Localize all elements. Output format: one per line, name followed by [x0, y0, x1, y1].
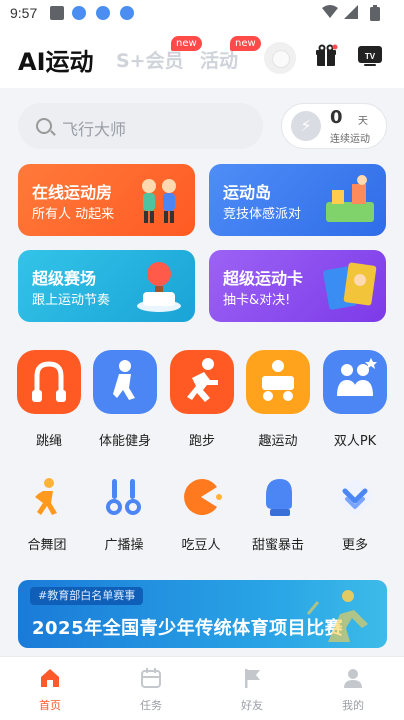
wifi-icon: [322, 5, 338, 18]
gift-icon[interactable]: [314, 44, 338, 68]
sport-label: 趣运动: [258, 434, 298, 449]
battery-icon: [370, 5, 380, 21]
card-subtitle: 竞技体感派对: [223, 207, 302, 222]
balloon-illustration: [137, 262, 181, 312]
event-banner[interactable]: #教育部白名单赛事 2025年全国青少年传统体育项目比赛: [18, 580, 387, 648]
card-subtitle: 跟上运动节奏: [32, 293, 111, 308]
running-icon: [187, 358, 218, 402]
card-title: 超级赛场: [32, 269, 97, 288]
main-content: 飞行大师 ⚡ 0 天 连续运动 在线运动房 所有人 动起来 运动岛 竞技体感派对…: [0, 88, 404, 656]
sport-label: 跑步: [188, 434, 215, 449]
card-title: 超级运动卡: [223, 269, 304, 288]
download-icon: [120, 6, 134, 20]
record-button[interactable]: [264, 42, 296, 74]
banner-tag: #教育部白名单赛事: [30, 587, 144, 605]
dance-button[interactable]: [25, 475, 69, 519]
dance-icon: [35, 478, 57, 515]
search-icon: [36, 118, 52, 134]
players-illustration: [142, 179, 176, 223]
sport-label: 体能健身: [98, 434, 151, 449]
home-icon: [41, 669, 59, 687]
card-title: 运动岛: [223, 183, 272, 202]
nav-label: 任务: [140, 699, 162, 712]
sport-label: 吃豆人: [181, 538, 221, 553]
pacman-icon: [184, 479, 222, 515]
pk-button[interactable]: [323, 350, 387, 414]
athlete-silhouette-icon: [306, 590, 368, 642]
new-badge: new: [230, 36, 261, 51]
broadcast-exercise-icon: [106, 479, 141, 515]
tab-ai-sport[interactable]: AI运动: [18, 42, 94, 77]
lightning-icon: ⚡: [291, 111, 321, 141]
jump-rope-icon: [32, 361, 66, 402]
notification-icon: [50, 6, 64, 20]
broadcast-exercise-button[interactable]: [102, 475, 146, 519]
card-title: 在线运动房: [32, 183, 113, 202]
card-subtitle: 所有人 动起来: [32, 207, 115, 222]
tv-icon[interactable]: TV: [357, 44, 383, 68]
sport-label: 双人PK: [333, 434, 377, 449]
nav-label: 好友: [241, 699, 263, 712]
flag-icon: [245, 669, 260, 688]
sweet-strike-button[interactable]: [256, 475, 300, 519]
card-super-arena[interactable]: 超级赛场 跟上运动节奏: [18, 250, 195, 322]
card-super-sport-card[interactable]: 超级运动卡 抽卡&对决!: [209, 250, 386, 322]
island-illustration: [326, 175, 374, 222]
pk-icon: [337, 358, 377, 396]
fun-sport-icon: [262, 360, 294, 401]
boxing-glove-icon: [266, 479, 292, 516]
nav-label: 首页: [39, 699, 61, 712]
card-sport-island[interactable]: 运动岛 竞技体感派对: [209, 164, 386, 236]
nav-home[interactable]: 首页: [10, 657, 90, 720]
bottom-nav: 首页 任务 好友 我的: [0, 656, 404, 720]
card-online-room[interactable]: 在线运动房 所有人 动起来: [18, 164, 195, 236]
profile-icon: [344, 669, 362, 688]
search-placeholder: 飞行大师: [62, 120, 127, 139]
download-icon: [96, 6, 110, 20]
more-button[interactable]: [333, 475, 377, 519]
calendar-icon: [141, 668, 161, 688]
nav-friends[interactable]: 好友: [212, 657, 292, 720]
streak-count: 0: [330, 107, 343, 128]
status-bar: 9:57: [0, 0, 404, 30]
cards-illustration: [323, 262, 377, 310]
sport-label: 合舞团: [27, 538, 67, 553]
new-badge: new: [171, 36, 202, 51]
pacman-button[interactable]: [179, 475, 223, 519]
sport-label: 跳绳: [35, 434, 62, 449]
more-icon: [337, 479, 373, 515]
nav-profile[interactable]: 我的: [313, 657, 393, 720]
fitness-icon: [113, 360, 135, 400]
status-time: 9:57: [10, 5, 38, 21]
streak-label: 连续运动: [330, 134, 370, 145]
streak-widget[interactable]: ⚡ 0 天 连续运动: [281, 103, 387, 149]
nav-label: 我的: [342, 699, 364, 712]
header: AI运动 S+会员 new 活动 new TV: [0, 30, 404, 88]
download-icon: [72, 6, 86, 20]
sport-label: 广播操: [104, 538, 144, 553]
streak-unit: 天: [358, 116, 368, 127]
search-bar[interactable]: 飞行大师: [18, 103, 263, 149]
svg-text:TV: TV: [365, 52, 376, 61]
fitness-button[interactable]: [93, 350, 157, 414]
sport-label: 甜蜜暴击: [251, 538, 304, 553]
running-button[interactable]: [170, 350, 234, 414]
sport-label: 更多: [341, 538, 368, 553]
nav-tasks[interactable]: 任务: [111, 657, 191, 720]
jump-rope-button[interactable]: [17, 350, 81, 414]
card-subtitle: 抽卡&对决!: [223, 293, 291, 308]
fun-sport-button[interactable]: [246, 350, 310, 414]
signal-icon: [344, 5, 358, 19]
